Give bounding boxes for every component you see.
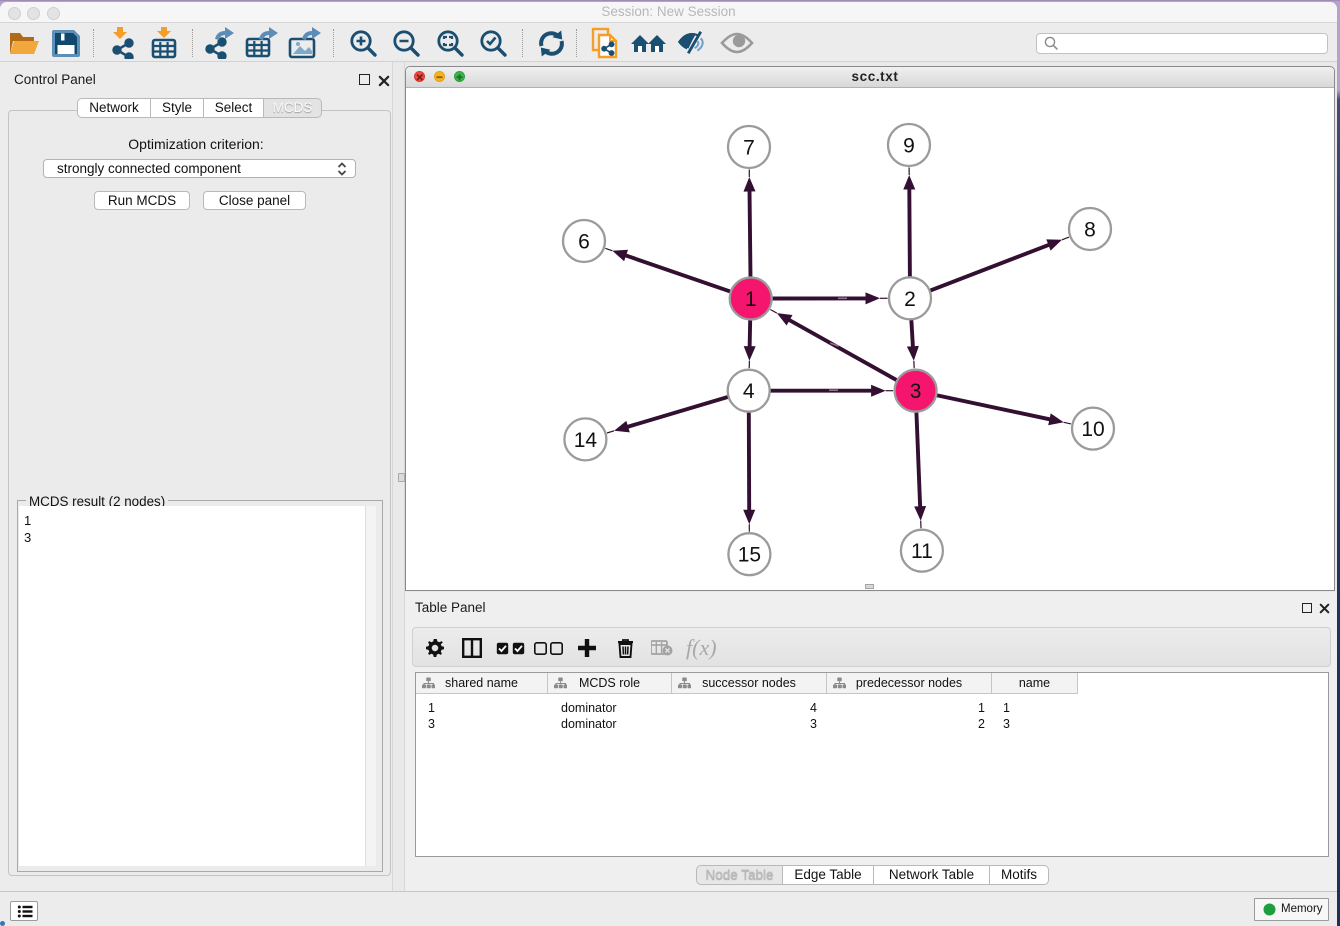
svg-text:6: 6 xyxy=(578,230,590,253)
svg-text:10: 10 xyxy=(1081,418,1104,441)
svg-text:7: 7 xyxy=(743,136,755,159)
svg-text:3: 3 xyxy=(910,380,922,403)
svg-text:11: 11 xyxy=(911,540,933,563)
svg-text:9: 9 xyxy=(903,134,915,157)
svg-text:2: 2 xyxy=(904,287,916,310)
svg-text:4: 4 xyxy=(743,380,755,403)
svg-text:8: 8 xyxy=(1084,218,1096,241)
svg-text:1: 1 xyxy=(745,288,757,311)
svg-text:14: 14 xyxy=(574,428,598,451)
svg-text:15: 15 xyxy=(738,543,761,566)
